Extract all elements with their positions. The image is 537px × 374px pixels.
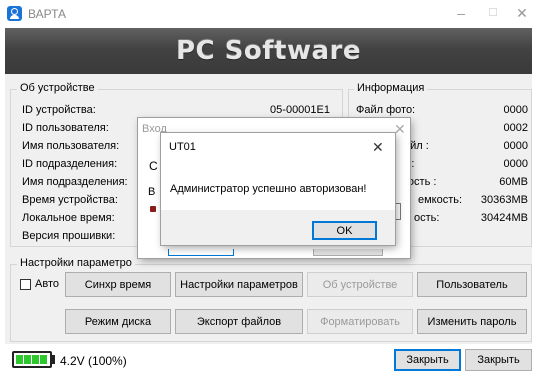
info-value-3: 0000 <box>503 140 528 152</box>
photo-file-value: 0000 <box>503 104 528 116</box>
export-files-button[interactable]: Экспорт файлов <box>175 309 303 334</box>
device-id-label: ID устройства: <box>22 104 96 116</box>
info-group-title: Информация <box>354 82 428 94</box>
message-box-close-button[interactable]: ✕ <box>372 140 384 154</box>
message-box-title: UT01 <box>169 141 196 153</box>
device-id-value: 05-00001E1 <box>270 104 330 116</box>
battery-terminal <box>52 355 55 364</box>
auto-checkbox[interactable] <box>20 279 31 290</box>
parameter-settings-button[interactable]: Настройки параметров <box>175 272 303 297</box>
login-button-edge[interactable] <box>168 249 234 256</box>
disk-mode-button[interactable]: Режим диска <box>65 309 171 334</box>
window-title: ВАРТА <box>28 7 67 21</box>
dept-id-label: ID подразделения: <box>22 158 118 170</box>
login-cancel-button-edge[interactable] <box>313 249 383 256</box>
info-value-2: 0002 <box>503 122 528 134</box>
message-box: UT01 ✕ Администратор успешно авторизован… <box>161 133 395 245</box>
settings-group-title: Настройки параметро <box>17 257 135 269</box>
battery-icon <box>12 351 52 368</box>
device-time-label: Время устройства: <box>22 194 118 206</box>
app-user-icon <box>7 6 22 21</box>
info-value-5: 60MB <box>499 176 528 188</box>
login-dialog-label-fragment: В <box>148 186 156 198</box>
sync-time-button[interactable]: Синхр время <box>65 272 171 297</box>
banner-title: PC Software <box>175 36 362 66</box>
change-password-button[interactable]: Изменить пароль <box>417 309 527 334</box>
firmware-version-label: Версия прошивки: <box>22 230 116 242</box>
battery-segment <box>40 355 47 364</box>
battery-segment <box>16 355 23 364</box>
close-primary-button[interactable]: Закрыть <box>394 349 461 371</box>
info-label-6: емкость: <box>418 194 463 206</box>
user-id-label: ID пользователя: <box>22 122 109 134</box>
close-secondary-button[interactable]: Закрыть <box>465 349 532 371</box>
local-time-label: Локальное время: <box>22 212 115 224</box>
login-dialog-radio-fragment[interactable]: С <box>149 159 158 173</box>
battery-level-fill <box>16 355 47 364</box>
battery-status-text: 4.2V (100%) <box>60 354 127 368</box>
maximize-button: ☐ <box>488 7 498 19</box>
info-value-7: 30424MB <box>480 212 528 224</box>
photo-file-label: Файл фото: <box>356 104 416 116</box>
about-device-button: Об устройстве <box>307 272 413 297</box>
message-text: Администратор успешно авторизован! <box>170 183 367 195</box>
info-label-7: ость: <box>414 212 440 224</box>
device-group-title: Об устройстве <box>17 82 98 94</box>
dept-name-label: Имя подразделения: <box>22 176 128 188</box>
login-dialog-close-button[interactable]: ✕ <box>394 122 406 136</box>
battery-segment <box>32 355 39 364</box>
user-button[interactable]: Пользователь <box>417 272 527 297</box>
battery-segment <box>24 355 31 364</box>
title-bar: ВАРТА – ☐ ✕ <box>0 0 537 28</box>
header-banner: PC Software <box>5 28 532 74</box>
info-value-4: 0000 <box>503 158 528 170</box>
close-window-button[interactable]: ✕ <box>515 6 529 20</box>
info-value-6: 30363MB <box>480 194 528 206</box>
field-marker-icon <box>150 206 156 212</box>
user-name-label: Имя пользователя: <box>22 140 120 152</box>
minimize-button[interactable]: – <box>454 6 468 20</box>
ok-button[interactable]: OK <box>312 221 377 240</box>
format-button: Форматировать <box>307 309 413 334</box>
auto-checkbox-label: Авто <box>35 278 59 290</box>
